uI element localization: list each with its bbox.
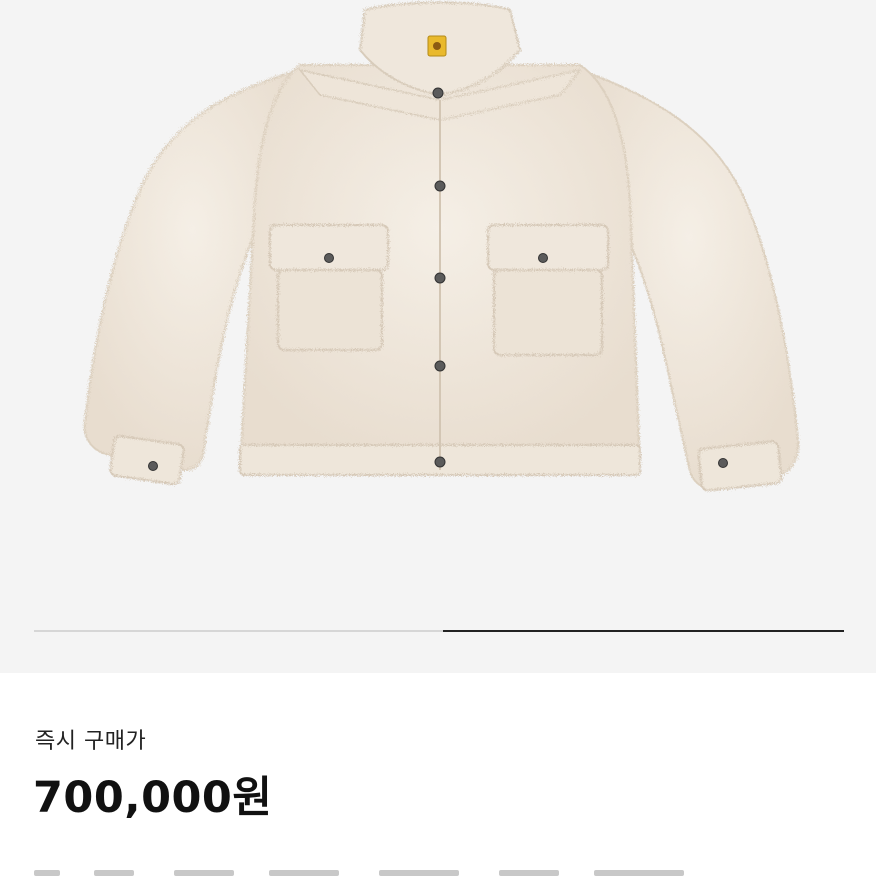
- carousel-progress-track: [34, 630, 844, 632]
- carousel-progress-indicator: [443, 630, 844, 632]
- truncated-next-row: [34, 870, 684, 876]
- product-image-carousel[interactable]: [0, 0, 876, 673]
- product-photo: [83, 1, 800, 492]
- instant-price-value: 700,000원: [33, 773, 273, 823]
- instant-price-label: 즉시 구매가: [35, 729, 147, 754]
